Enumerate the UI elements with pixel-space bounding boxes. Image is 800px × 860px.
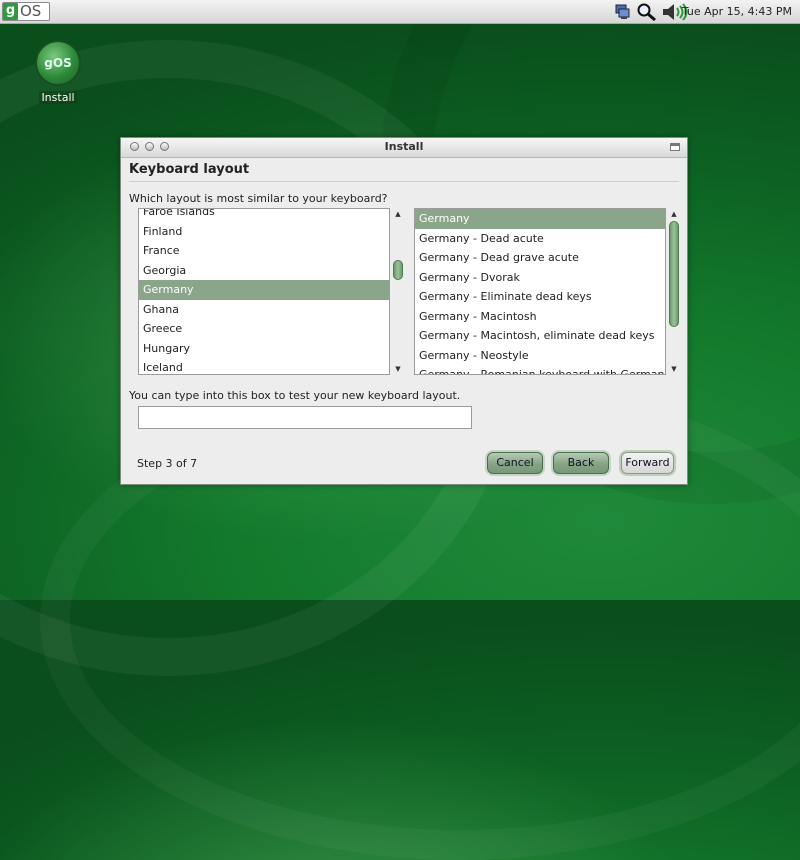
window-titlebar[interactable]: Install [121,138,687,158]
variant-list-item[interactable]: Germany - Macintosh [415,307,665,327]
desktop-install-label: Install [39,91,77,104]
variant-list-item[interactable]: Germany [415,209,665,229]
gos-menu-button[interactable]: g OS [2,2,50,21]
search-icon[interactable] [635,3,659,21]
variant-list-item[interactable]: Germany - Macintosh, eliminate dead keys [415,326,665,346]
gos-logo-icon: g [3,3,18,20]
layout-list-item[interactable]: Hungary [139,339,389,359]
scroll-down-icon[interactable]: ▼ [391,363,405,375]
layout-list-scrollbar[interactable]: ▲ ▼ [391,208,405,375]
install-disc-icon: gOS [35,40,81,86]
variant-list[interactable]: Germany Germany - Dead acute Germany - Dea… [414,208,666,375]
scroll-down-icon[interactable]: ▼ [667,363,681,375]
variant-list-item[interactable]: Germany - Eliminate dead keys [415,287,665,307]
layout-list-item[interactable]: Greece [139,319,389,339]
desktop-install-icon[interactable]: gOS Install [28,40,88,104]
gos-logo-text: OS [20,2,42,20]
variant-list-item[interactable]: Germany - Dead grave acute [415,248,665,268]
network-icon[interactable] [612,3,632,21]
forward-button[interactable]: Forward [621,452,674,474]
layout-list-item[interactable]: Faroe Islands [139,209,389,222]
layout-list-item[interactable]: Iceland [139,358,389,374]
top-panel: g OS Tue Apr 15, 4:43 PM [0,0,800,24]
layout-list-item[interactable]: Germany [139,280,389,300]
layout-list[interactable]: Faroe Islands Finland France Georgia Germany… [138,208,390,375]
layout-list-item[interactable]: France [139,241,389,261]
variant-list-item[interactable]: Germany - Neostyle [415,346,665,366]
maximize-icon[interactable] [670,143,680,151]
page-title: Keyboard layout [129,162,250,177]
scroll-thumb[interactable] [393,260,403,280]
variant-list-item[interactable]: Germany - Romanian keyboard with German … [415,365,665,374]
step-indicator: Step 3 of 7 [137,457,198,470]
layout-question: Which layout is most similar to your key… [129,192,388,205]
back-button[interactable]: Back [553,452,609,474]
scroll-thumb[interactable] [669,221,679,327]
scroll-up-icon[interactable]: ▲ [391,208,405,220]
keyboard-test-input[interactable] [138,406,472,429]
layout-list-item[interactable]: Georgia [139,261,389,281]
test-box-label: You can type into this box to test your … [129,389,461,402]
window-title: Install [384,140,424,153]
variant-list-item[interactable]: Germany - Dead acute [415,229,665,249]
layout-list-item[interactable]: Ghana [139,300,389,320]
install-window: Install Keyboard layout Which layout is … [120,137,688,485]
variant-list-scrollbar[interactable]: ▲ ▼ [667,208,681,375]
layout-list-item[interactable]: Finland [139,222,389,242]
scroll-up-icon[interactable]: ▲ [667,208,681,220]
variant-list-item[interactable]: Germany - Dvorak [415,268,665,288]
panel-clock[interactable]: Tue Apr 15, 4:43 PM [682,5,792,18]
heading-divider [129,181,679,182]
cancel-button[interactable]: Cancel [487,452,543,474]
